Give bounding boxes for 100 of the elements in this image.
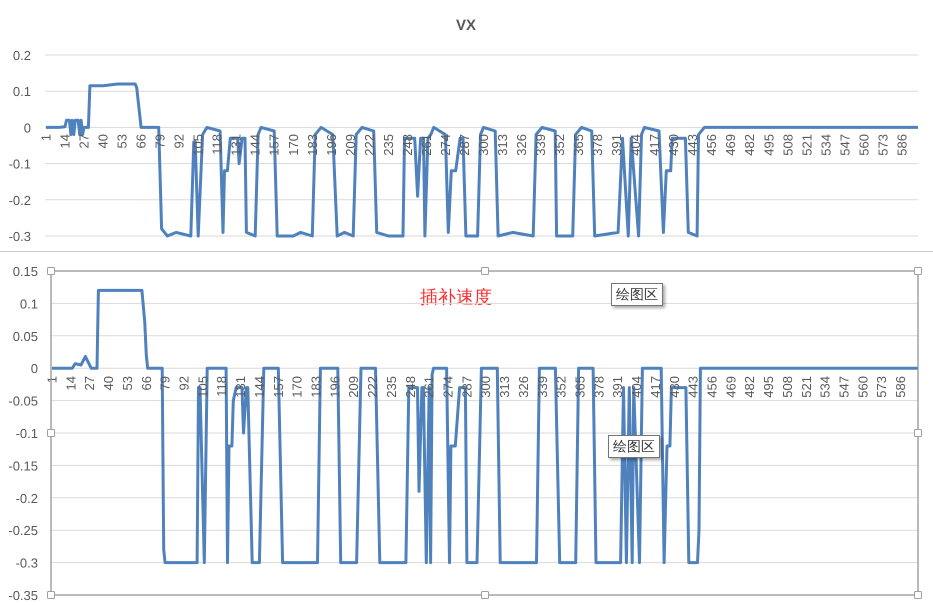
resize-handle[interactable]	[47, 429, 55, 437]
axis-label: 0.15	[12, 264, 38, 279]
axis-label: 300	[476, 134, 491, 156]
axis-label: 482	[742, 134, 758, 156]
axis-label: 404	[629, 376, 644, 398]
axis-label: 40	[101, 376, 116, 390]
axis-label: 300	[478, 376, 494, 398]
axis-label: 430	[666, 134, 682, 156]
axis-label: 430	[666, 376, 682, 398]
axis-label: 521	[799, 134, 814, 156]
resize-handle[interactable]	[914, 591, 922, 599]
axis-label: 222	[365, 376, 380, 398]
axis-label: 222	[362, 134, 377, 156]
resize-handle[interactable]	[914, 429, 922, 437]
axis-label: 469	[723, 134, 738, 156]
axis-label: 209	[342, 134, 358, 156]
axis-label: 14	[58, 134, 73, 148]
axis-label: 326	[514, 134, 529, 156]
axis-label: -0.1	[16, 426, 38, 441]
axis-label: -0.2	[16, 490, 38, 506]
axis-label: 66	[134, 134, 149, 148]
axis-label: 66	[138, 376, 154, 390]
axis-label: 1	[38, 134, 54, 142]
axis-label: 521	[798, 376, 814, 398]
axis-label: -0.3	[16, 556, 38, 571]
axis-label: 482	[742, 376, 758, 398]
axis-label: 573	[875, 134, 890, 156]
resize-handle[interactable]	[914, 267, 922, 275]
axis-label: 495	[761, 134, 776, 156]
axis-label: 508	[780, 376, 795, 398]
axis-label: 105	[190, 134, 206, 156]
axis-label: 235	[380, 134, 396, 156]
axis-label: 287	[459, 376, 474, 398]
axis-label: 274	[438, 134, 453, 156]
resize-handle[interactable]	[481, 591, 489, 599]
axis-label: 248	[400, 134, 415, 156]
axis-label: 235	[384, 376, 399, 398]
axis-label: 92	[176, 376, 192, 390]
axis-label: 339	[534, 376, 550, 398]
chart-title: VX	[456, 17, 476, 34]
axis-label: 495	[761, 376, 776, 398]
chart-title: 插补速度	[420, 287, 492, 307]
axis-label: 560	[855, 376, 870, 398]
axis-label: 14	[63, 376, 78, 390]
axis-label: 391	[610, 376, 626, 398]
axis-label: 391	[609, 134, 624, 156]
axis-label: -0.05	[8, 394, 38, 409]
axis-label: 534	[818, 134, 834, 156]
axis-label: 157	[270, 376, 286, 398]
axis-label: 53	[114, 134, 130, 148]
axis-label: 417	[647, 134, 662, 156]
axis-label: 27	[76, 134, 92, 148]
axis-label: 79	[152, 134, 168, 148]
axis-label: 170	[286, 134, 301, 156]
axis-label: 547	[837, 134, 852, 156]
axis-label: -0.35	[8, 588, 38, 603]
axis-label: 287	[456, 134, 472, 156]
axis-label: 469	[723, 376, 738, 398]
axis-label: 170	[290, 376, 305, 398]
axis-label: 27	[82, 376, 98, 390]
axis-label: 79	[158, 376, 173, 390]
axis-label: 131	[233, 376, 248, 398]
axis-label: 417	[648, 376, 663, 398]
axis-label: 53	[120, 376, 135, 390]
axis-label: 157	[266, 134, 282, 156]
axis-label: 40	[96, 134, 111, 148]
tooltip: 绘图区	[608, 435, 660, 458]
axis-label: 404	[628, 134, 644, 156]
axis-label: 313	[497, 376, 512, 398]
axis-label: 274	[440, 376, 456, 398]
axis-label: 183	[308, 376, 324, 398]
axis-label: 0.05	[12, 328, 38, 344]
axis-label: 352	[552, 134, 568, 156]
axis-label: 560	[856, 134, 872, 156]
resize-handle[interactable]	[481, 267, 489, 275]
axis-label: 196	[324, 134, 339, 156]
axis-label: -0.25	[8, 523, 38, 538]
axis-label: 352	[554, 376, 569, 398]
axis-label: 209	[346, 376, 362, 398]
axis-label: 0.1	[20, 296, 38, 312]
axis-label: 144	[252, 376, 267, 398]
axis-label: 105	[195, 376, 210, 398]
axis-label: 586	[893, 376, 908, 398]
axis-label: 313	[494, 134, 510, 156]
axis-label: 508	[780, 134, 796, 156]
resize-handle[interactable]	[47, 267, 55, 275]
axis-label: 183	[304, 134, 320, 156]
axis-label: 365	[571, 134, 586, 156]
axis-label: 118	[214, 376, 230, 397]
axis-label: -0.3	[8, 229, 31, 244]
axis-label: -0.15	[8, 458, 38, 474]
tooltip: 绘图区	[611, 283, 663, 306]
axis-label: 456	[704, 134, 720, 156]
axis-label: 443	[686, 376, 701, 398]
resize-handle[interactable]	[47, 591, 55, 599]
axis-label: 248	[402, 376, 418, 398]
axis-label: 443	[685, 134, 700, 156]
axis-label: 0.1	[12, 84, 31, 100]
axis-label: 456	[704, 376, 720, 398]
axis-label: 0	[24, 120, 31, 136]
